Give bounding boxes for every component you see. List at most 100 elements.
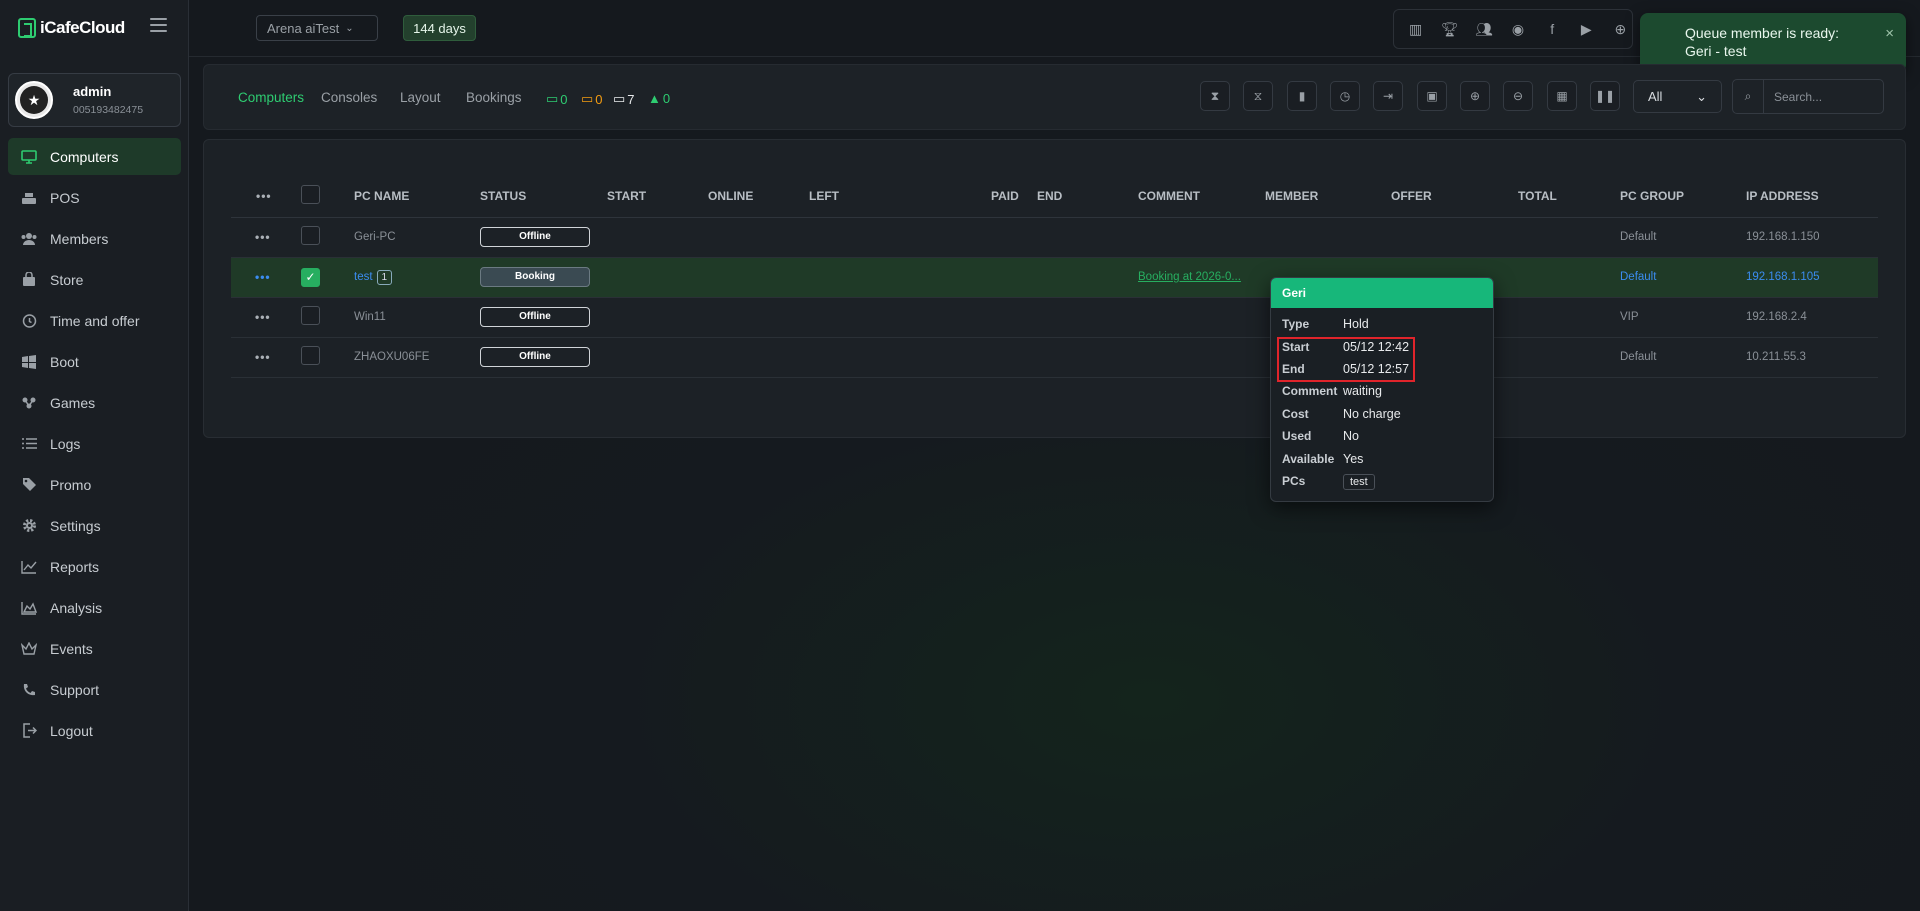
col-offer[interactable]: OFFER [1391, 175, 1518, 218]
row-actions-icon[interactable]: ••• [255, 350, 271, 364]
row-actions-icon[interactable]: ••• [255, 230, 271, 244]
row-actions-icon[interactable]: ••• [255, 270, 271, 284]
row-checkbox[interactable] [301, 346, 320, 365]
tab-computers[interactable]: Computers [238, 90, 304, 105]
tab-bookings[interactable]: Bookings [466, 90, 522, 105]
store-select[interactable]: Arena aiTest ⌄ [256, 15, 378, 41]
sidebar-item-analysis[interactable]: Analysis [8, 589, 181, 626]
social-links: ▥ 🏆︎ 👥︎ ◉ f ▶ ⊕ [1393, 9, 1633, 49]
pause-button[interactable]: ❚❚ [1590, 81, 1620, 111]
trophy-icon[interactable]: 🏆︎ [1438, 17, 1461, 42]
logout-icon: ⇥ [1382, 89, 1394, 103]
check-icon: ✓ [305, 270, 316, 284]
search-input[interactable] [1763, 79, 1873, 114]
add-member-button[interactable]: ⊕ [1460, 81, 1490, 111]
table-row[interactable]: ••• Geri-PC Offline Default 192.168.1.15… [231, 217, 1878, 258]
hourglass-end-button[interactable]: ⧖ [1243, 81, 1273, 111]
remove-member-button[interactable]: ⊖ [1503, 81, 1533, 111]
ip-address: 192.168.2.4 [1746, 297, 1878, 338]
sidebar-item-games[interactable]: Games [8, 384, 181, 421]
sidebar-item-members[interactable]: Members [8, 220, 181, 257]
brand[interactable]: iCafeCloud [18, 18, 125, 38]
rss-icon[interactable]: ◉ [1506, 17, 1529, 42]
sidebar-item-store[interactable]: Store [8, 261, 181, 298]
pc-name[interactable]: test [354, 271, 373, 283]
user-card[interactable]: ★ admin 005193482475 [8, 73, 181, 127]
row-checkbox[interactable] [301, 226, 320, 245]
sidebar-item-label: POS [50, 189, 80, 206]
sidebar-item-time-and-offer[interactable]: Time and offer [8, 302, 181, 339]
col-total[interactable]: TOTAL [1518, 175, 1620, 218]
col-ip-address[interactable]: IP ADDRESS [1746, 175, 1878, 218]
hourglass-icon: ⧖ [1253, 88, 1263, 103]
tab-consoles[interactable]: Consoles [321, 90, 377, 105]
bulk-actions-header[interactable]: ••• [231, 175, 291, 218]
store-select-value: Arena aiTest [267, 20, 340, 36]
col-start[interactable]: START [607, 175, 708, 218]
table-row[interactable]: ••• ✓ test 1 Booking Booking at 2026-0...… [231, 257, 1878, 298]
sidebar-item-reports[interactable]: Reports [8, 548, 181, 585]
sidebar-item-promo[interactable]: Promo [8, 466, 181, 503]
select-all-header[interactable] [291, 175, 354, 218]
row-actions-icon[interactable]: ••• [255, 310, 271, 324]
computers-table: ••• PC NAME STATUS START ONLINE LEFT PAI… [231, 175, 1878, 378]
sidebar-item-support[interactable]: Support [8, 671, 181, 708]
sidebar-item-label: Games [50, 394, 96, 411]
col-status[interactable]: STATUS [480, 175, 607, 218]
lock-icon: ▮ [1298, 89, 1306, 103]
comment-cell [1138, 217, 1265, 258]
popover-row-available: Available Yes [1282, 452, 1364, 466]
pc-name: Geri-PC [354, 217, 480, 258]
alarm-button[interactable]: ◷ [1330, 81, 1360, 111]
tab-layout[interactable]: Layout [400, 90, 441, 105]
more-icon: ••• [256, 188, 272, 203]
sidebar-item-settings[interactable]: Settings [8, 507, 181, 544]
row-checkbox[interactable] [301, 306, 320, 325]
booking-popover: Geri Type Hold Start 05/12 12:42 End 05/12 … [1270, 277, 1494, 502]
sidebar-item-logout[interactable]: Logout [8, 712, 181, 749]
phone-icon [20, 681, 38, 699]
table-row[interactable]: ••• ZHAOXU06FE Offline Default 10.211.55… [231, 337, 1878, 378]
popover-row-cost: Cost No charge [1282, 407, 1401, 421]
payment-button[interactable]: ▣ [1417, 81, 1447, 111]
sidebar-item-label: Members [50, 230, 109, 247]
sidebar-item-label: Promo [50, 476, 92, 493]
col-member[interactable]: MEMBER [1265, 175, 1391, 218]
sidebar: iCafeCloud ★ admin 005193482475 Computer… [0, 0, 189, 911]
col-pc-name[interactable]: PC NAME [354, 175, 480, 218]
lock-button[interactable]: ▮ [1287, 81, 1317, 111]
menu-toggle-icon[interactable] [150, 18, 167, 32]
close-icon[interactable]: × [1885, 25, 1894, 43]
col-paid[interactable]: PAID [991, 175, 1037, 218]
team-icon[interactable]: 👥︎ [1472, 17, 1495, 42]
sidebar-item-logs[interactable]: Logs [8, 425, 181, 462]
group-filter-select[interactable]: All ⌄ [1633, 80, 1722, 113]
col-left[interactable]: LEFT [809, 175, 991, 218]
leaderboard-icon[interactable]: ▥ [1404, 17, 1427, 42]
screenshot-button[interactable]: ▦ [1547, 81, 1577, 111]
col-pc-group[interactable]: PC GROUP [1620, 175, 1746, 218]
table-row[interactable]: ••• Win11 Offline VIP 192.168.2.4 [231, 297, 1878, 338]
search-box: ⌕ [1732, 79, 1884, 114]
status-badge: Offline [480, 227, 590, 247]
pc-group: VIP [1620, 297, 1746, 338]
hourglass-start-button[interactable]: ⧗ [1200, 81, 1230, 111]
col-online[interactable]: ONLINE [708, 175, 809, 218]
logout-pc-button[interactable]: ⇥ [1373, 81, 1403, 111]
pc-chip: test [1343, 474, 1375, 490]
col-end[interactable]: END [1037, 175, 1138, 218]
sidebar-item-events[interactable]: Events [8, 630, 181, 667]
sidebar-item-computers[interactable]: Computers [8, 138, 181, 175]
sidebar-item-pos[interactable]: POS [8, 179, 181, 216]
popover-row-pcs: PCs test [1282, 474, 1375, 490]
monitor-icon [20, 148, 38, 166]
booking-comment-link[interactable]: Booking at 2026-0... [1138, 271, 1241, 283]
tag-icon [20, 476, 38, 494]
facebook-icon[interactable]: f [1541, 17, 1564, 42]
select-all-checkbox[interactable] [301, 184, 320, 204]
col-comment[interactable]: COMMENT [1138, 175, 1265, 218]
row-checkbox[interactable]: ✓ [301, 267, 320, 287]
youtube-icon[interactable]: ▶ [1575, 17, 1598, 42]
sidebar-item-boot[interactable]: Boot [8, 343, 181, 380]
globe-icon[interactable]: ⊕ [1609, 17, 1632, 42]
